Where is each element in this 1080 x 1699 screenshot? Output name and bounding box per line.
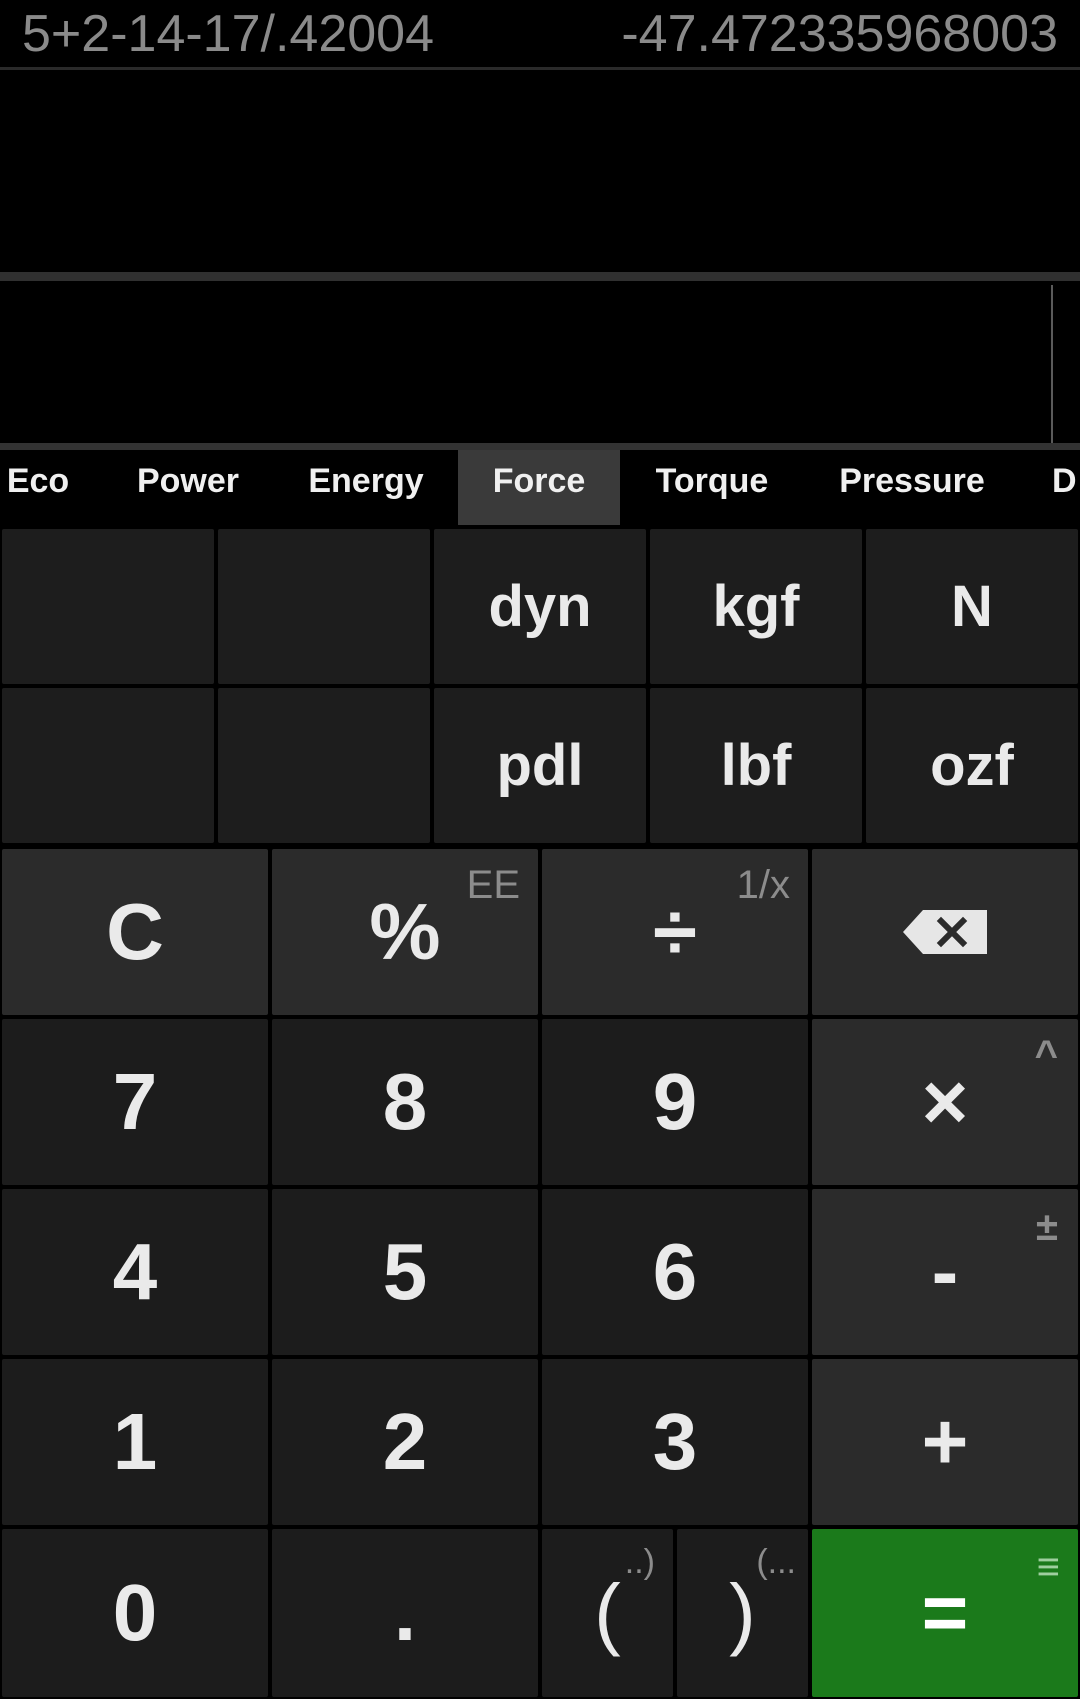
result-display — [0, 70, 1080, 272]
unit-kgf-button[interactable]: kgf — [650, 529, 862, 684]
unit-dyn-button[interactable]: dyn — [434, 529, 646, 684]
unit-blank-1 — [2, 529, 214, 684]
open-paren-button[interactable]: ( ..) — [542, 1529, 673, 1697]
backspace-icon — [901, 908, 989, 956]
power-label: ^ — [1034, 1033, 1058, 1077]
divide-label: ÷ — [653, 887, 697, 976]
history-bar[interactable]: 5+2-14-17/.42004 -47.472335968003 — [0, 0, 1080, 70]
text-cursor — [1051, 285, 1053, 443]
tab-d[interactable]: D — [1052, 450, 1080, 525]
clear-button[interactable]: C — [2, 849, 268, 1015]
menu-lines-icon: ≡ — [1036, 1545, 1060, 1589]
unit-n-button[interactable]: N — [866, 529, 1078, 684]
reciprocal-label: 1/x — [736, 863, 790, 907]
percent-label: % — [369, 887, 441, 976]
digit-1-button[interactable]: 1 — [2, 1359, 268, 1525]
digit-3-button[interactable]: 3 — [542, 1359, 808, 1525]
unit-lbf-button[interactable]: lbf — [650, 688, 862, 843]
expression-input[interactable] — [0, 281, 1080, 443]
decimal-button[interactable]: . — [272, 1529, 538, 1697]
tab-torque[interactable]: Torque — [640, 450, 784, 525]
ee-label: EE — [466, 863, 520, 907]
unit-category-tabs: Eco Power Energy Force Torque Pressure D — [0, 443, 1080, 525]
close-paren-hint: (... — [756, 1543, 796, 1581]
tab-force[interactable]: Force — [458, 450, 620, 525]
digit-2-button[interactable]: 2 — [272, 1359, 538, 1525]
history-result[interactable]: -47.472335968003 — [621, 4, 1058, 64]
history-expression[interactable]: 5+2-14-17/.42004 — [22, 4, 434, 64]
calculator-app: 5+2-14-17/.42004 -47.472335968003 Eco Po… — [0, 0, 1080, 1699]
digit-4-button[interactable]: 4 — [2, 1189, 268, 1355]
close-paren-label: ) — [729, 1568, 756, 1657]
digit-5-button[interactable]: 5 — [272, 1189, 538, 1355]
tab-eco[interactable]: Eco — [0, 450, 76, 525]
close-paren-button[interactable]: ) (... — [677, 1529, 808, 1697]
digit-6-button[interactable]: 6 — [542, 1189, 808, 1355]
unit-blank-4 — [218, 688, 430, 843]
minus-label: - — [931, 1227, 959, 1316]
percent-button[interactable]: % EE — [272, 849, 538, 1015]
digit-8-button[interactable]: 8 — [272, 1019, 538, 1185]
divide-button[interactable]: ÷ 1/x — [542, 849, 808, 1015]
plus-minus-label: ± — [1036, 1205, 1058, 1249]
digit-7-button[interactable]: 7 — [2, 1019, 268, 1185]
unit-ozf-button[interactable]: ozf — [866, 688, 1078, 843]
display-divider — [0, 272, 1080, 281]
open-paren-label: ( — [594, 1568, 621, 1657]
unit-blank-2 — [218, 529, 430, 684]
open-paren-hint: ..) — [624, 1543, 655, 1581]
tab-pressure[interactable]: Pressure — [824, 450, 1000, 525]
multiply-button[interactable]: × ^ — [812, 1019, 1078, 1185]
tab-power[interactable]: Power — [118, 450, 258, 525]
minus-button[interactable]: - ± — [812, 1189, 1078, 1355]
equals-button[interactable]: = ≡ — [812, 1529, 1078, 1697]
digit-0-button[interactable]: 0 — [2, 1529, 268, 1697]
multiply-label: × — [921, 1057, 969, 1146]
digit-9-button[interactable]: 9 — [542, 1019, 808, 1185]
plus-button[interactable]: + — [812, 1359, 1078, 1525]
unit-pdl-button[interactable]: pdl — [434, 688, 646, 843]
equals-label: = — [921, 1568, 969, 1657]
tab-energy[interactable]: Energy — [290, 450, 442, 525]
unit-blank-3 — [2, 688, 214, 843]
backspace-button[interactable] — [812, 849, 1078, 1015]
